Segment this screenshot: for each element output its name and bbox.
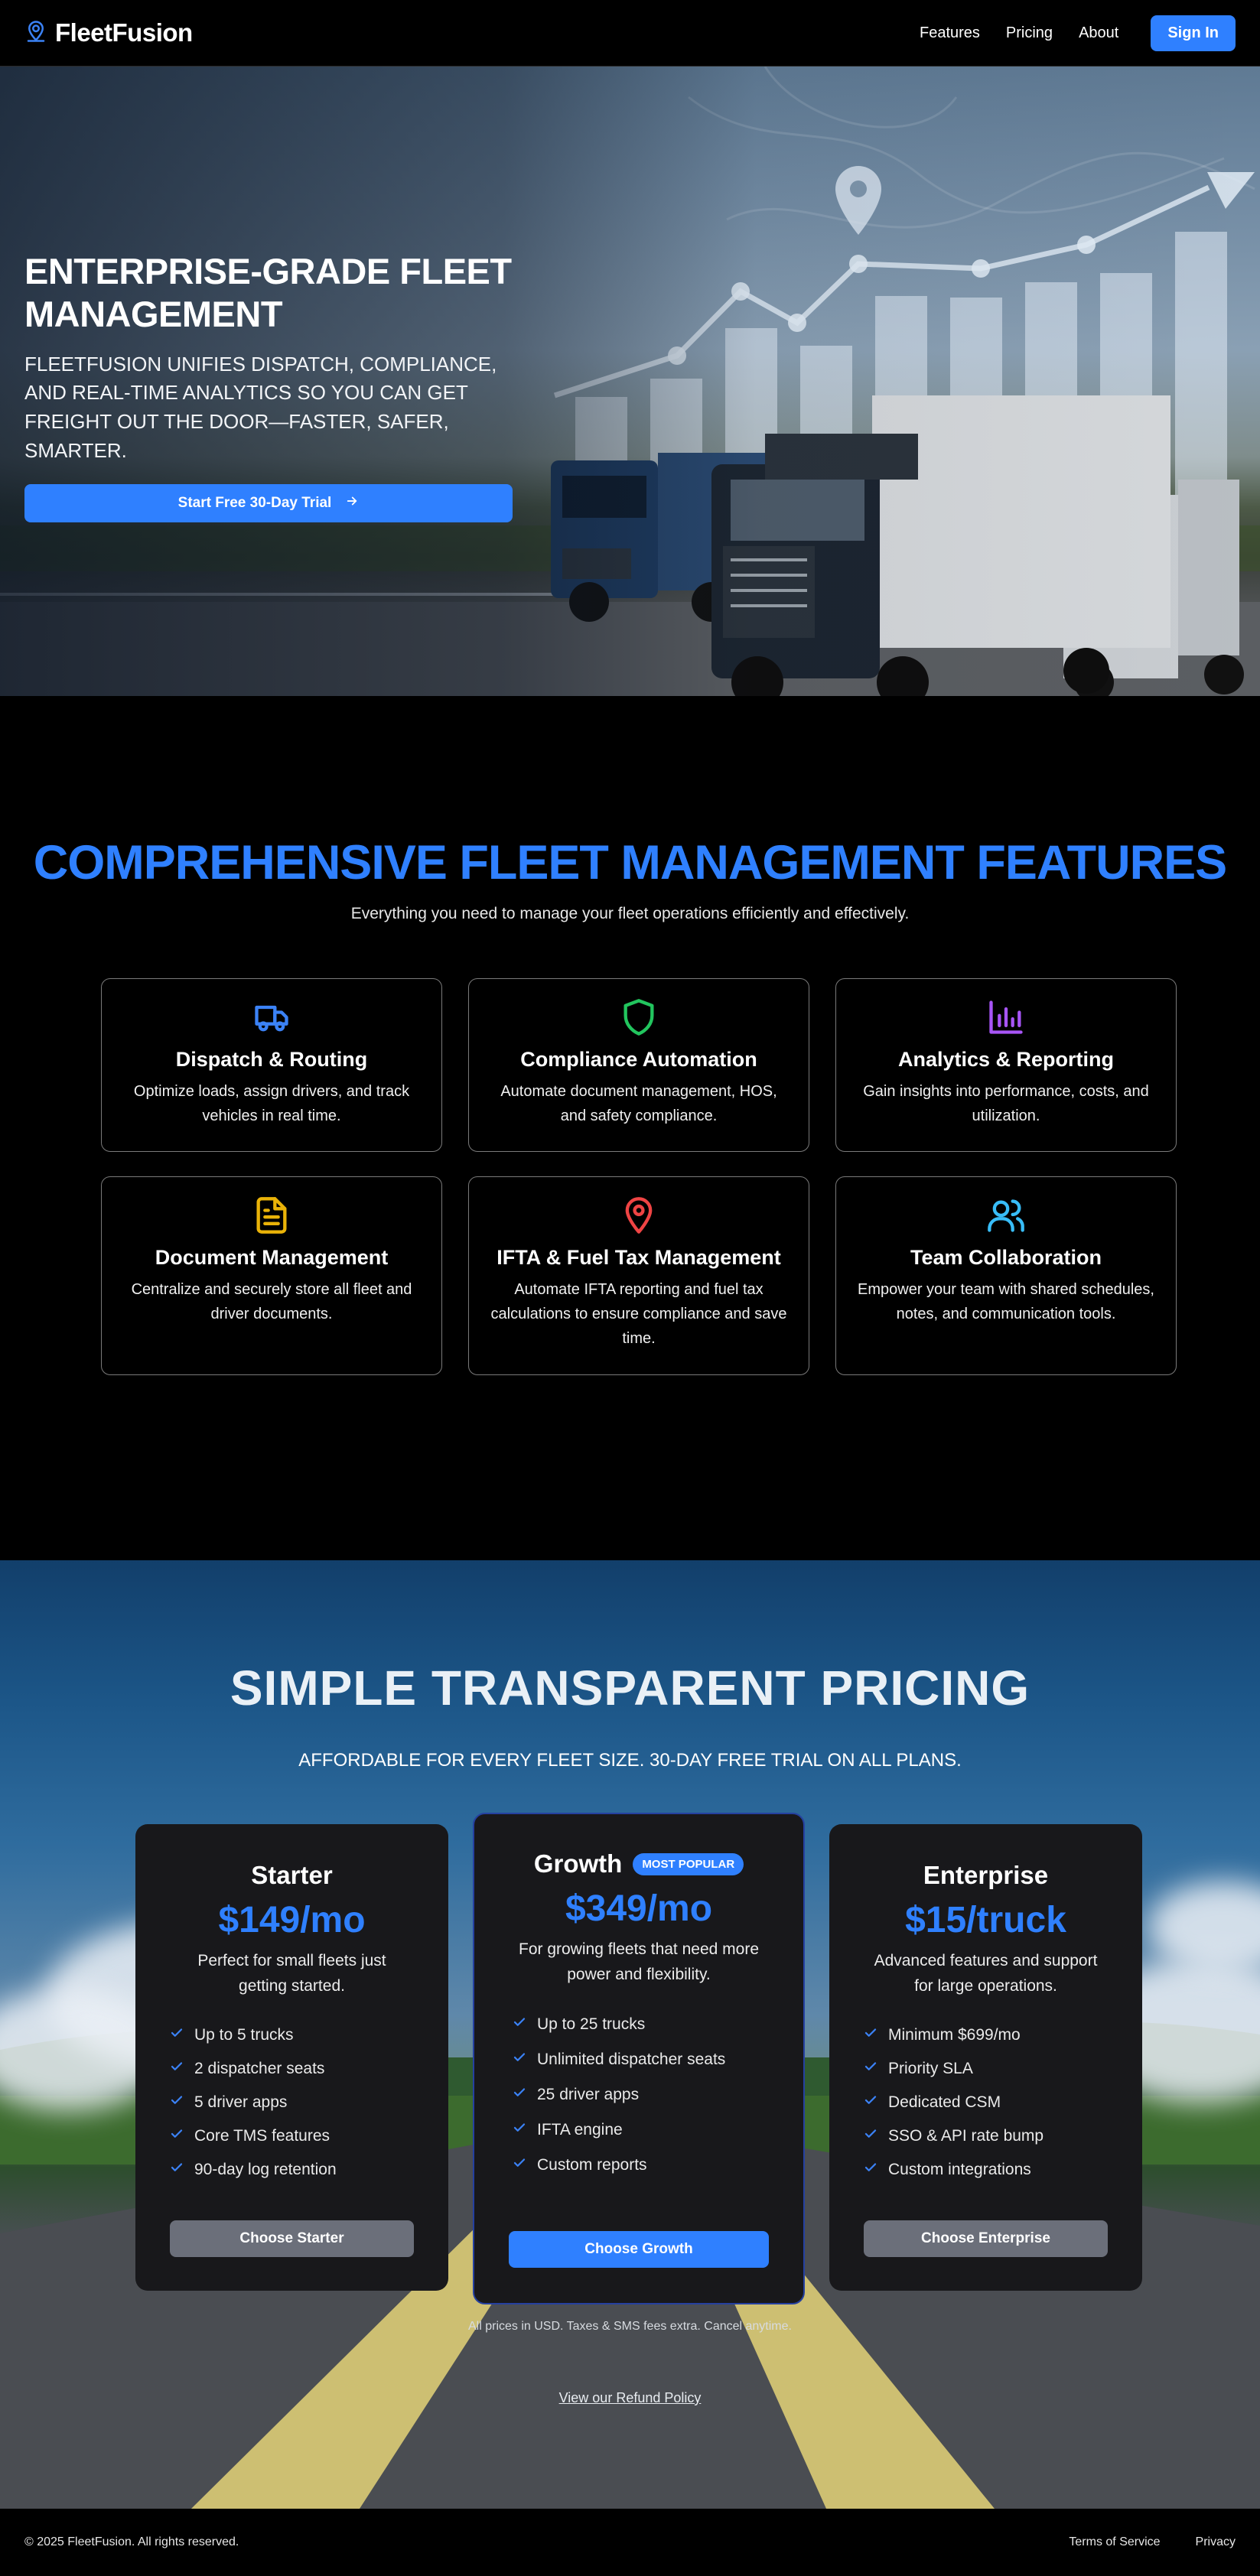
feature-card-dispatch: Dispatch & Routing Optimize loads, assig… (101, 978, 442, 1152)
feature-title: Analytics & Reporting (897, 1048, 1115, 1071)
check-icon (513, 2015, 526, 2034)
plan-price: $15/truck (905, 1900, 1066, 1940)
most-popular-badge: MOST POPULAR (633, 1852, 744, 1875)
check-icon (170, 2093, 184, 2112)
feature-desc: Centralize and securely store all fleet … (131, 1281, 412, 1322)
features-title: COMPREHENSIVE FLEET MANAGEMENT FEATURES (33, 836, 1227, 890)
feature-title: Dispatch & Routing (175, 1048, 368, 1071)
truck-icon (119, 996, 425, 1039)
check-icon (513, 2086, 526, 2104)
plan-name: Starter (251, 1861, 333, 1889)
plan-feature: 90-day log retention (170, 2153, 448, 2187)
feature-title: IFTA & Fuel Tax Management (497, 1246, 781, 1269)
check-icon (513, 2051, 526, 2069)
hero-subtitle: FLEETFUSION UNIFIES DISPATCH, COMPLIANCE… (24, 352, 497, 462)
hero-title: ENTERPRISE-GRADE FLEET MANAGEMENT (24, 251, 512, 335)
check-icon (864, 2060, 877, 2078)
check-icon (170, 2060, 184, 2078)
nav-link-features[interactable]: Features (920, 24, 980, 42)
arrow-right-icon (345, 494, 359, 512)
plan-card-enterprise: Enterprise $15/truck Advanced features a… (829, 1824, 1142, 2291)
plan-feature: Minimum $699/mo (864, 2018, 1142, 2052)
check-icon (864, 2026, 877, 2044)
bar-chart-icon (853, 996, 1159, 1039)
feature-desc: Optimize loads, assign drivers, and trac… (133, 1083, 410, 1124)
plan-feature: Custom reports (513, 2148, 803, 2183)
plan-feature: Custom integrations (864, 2153, 1142, 2187)
brand-name: FleetFusion (55, 18, 193, 47)
copyright: © 2025 FleetFusion. All rights reserved. (24, 2535, 239, 2548)
feature-desc: Automate IFTA reporting and fuel tax cal… (490, 1281, 787, 1347)
plan-feature: 25 driver apps (513, 2077, 803, 2113)
pricing-subtitle: AFFORDABLE FOR EVERY FLEET SIZE. 30-DAY … (298, 1750, 962, 1771)
footer-link-terms[interactable]: Terms of Service (1069, 2535, 1160, 2549)
feature-card-team: Team Collaboration Empower your team wit… (835, 1176, 1177, 1375)
start-trial-label: Start Free 30-Day Trial (177, 494, 332, 511)
plan-feature: Unlimited dispatcher seats (513, 2042, 803, 2077)
feature-title: Document Management (155, 1246, 389, 1269)
feature-title: Compliance Automation (520, 1048, 757, 1071)
features-subtitle: Everything you need to manage your fleet… (350, 905, 910, 922)
document-icon (119, 1194, 425, 1237)
plan-feature: Core TMS features (170, 2119, 448, 2153)
plan-feature: Dedicated CSM (864, 2086, 1142, 2119)
plan-feature: SSO & API rate bump (864, 2119, 1142, 2153)
choose-enterprise-button[interactable]: Choose Enterprise (864, 2220, 1108, 2257)
check-icon (513, 2156, 526, 2174)
choose-growth-button[interactable]: Choose Growth (509, 2231, 769, 2268)
choose-starter-button[interactable]: Choose Starter (170, 2220, 414, 2257)
feature-desc: Empower your team with shared schedules,… (858, 1281, 1154, 1322)
map-pin-logo-icon (24, 20, 47, 47)
features-section: COMPREHENSIVE FLEET MANAGEMENT FEATURES … (0, 696, 1260, 1560)
footer-link-privacy[interactable]: Privacy (1196, 2535, 1236, 2549)
feature-title: Team Collaboration (910, 1246, 1102, 1269)
hero-section: ENTERPRISE-GRADE FLEET MANAGEMENT FLEETF… (0, 67, 1260, 696)
map-pin-icon (486, 1194, 792, 1237)
feature-desc: Gain insights into performance, costs, a… (863, 1083, 1149, 1124)
shield-icon (486, 996, 792, 1039)
users-icon (853, 1194, 1159, 1237)
feature-card-documents: Document Management Centralize and secur… (101, 1176, 442, 1375)
brand[interactable]: FleetFusion (24, 18, 193, 47)
plan-feature: IFTA engine (513, 2113, 803, 2148)
pricing-fine-print: All prices in USD. Taxes & SMS fees extr… (468, 2320, 792, 2333)
check-icon (864, 2093, 877, 2112)
check-icon (513, 2121, 526, 2139)
plan-feature: 5 driver apps (170, 2086, 448, 2119)
plan-desc: For growing fleets that need more power … (519, 1940, 759, 1983)
footer: © 2025 FleetFusion. All rights reserved.… (0, 2509, 1260, 2576)
plan-price: $149/mo (218, 1900, 366, 1940)
feature-card-analytics: Analytics & Reporting Gain insights into… (835, 978, 1177, 1152)
top-nav: FleetFusion Features Pricing About Sign … (0, 0, 1260, 67)
check-icon (170, 2026, 184, 2044)
plan-feature: Up to 25 trucks (513, 2007, 803, 2042)
check-icon (864, 2127, 877, 2145)
plan-price: $349/mo (565, 1888, 713, 1929)
start-trial-button[interactable]: Start Free 30-Day Trial (24, 483, 513, 522)
pricing-section: SIMPLE TRANSPARENT PRICING AFFORDABLE FO… (0, 1560, 1260, 2509)
nav-link-about[interactable]: About (1079, 24, 1118, 42)
plan-desc: Advanced features and support for large … (874, 1952, 1098, 1995)
feature-desc: Automate document management, HOS, and s… (500, 1083, 777, 1124)
plan-feature: Up to 5 trucks (170, 2018, 448, 2052)
plan-desc: Perfect for small fleets just getting st… (197, 1952, 386, 1995)
plan-feature: Priority SLA (864, 2052, 1142, 2086)
nav-link-pricing[interactable]: Pricing (1006, 24, 1053, 42)
check-icon (864, 2161, 877, 2179)
refund-policy-link[interactable]: View our Refund Policy (0, 2390, 1260, 2406)
plan-card-starter: Starter $149/mo Perfect for small fleets… (135, 1824, 448, 2291)
plan-feature: 2 dispatcher seats (170, 2052, 448, 2086)
feature-card-compliance: Compliance Automation Automate document … (468, 978, 809, 1152)
plan-name: Growth (533, 1849, 623, 1878)
feature-card-ifta: IFTA & Fuel Tax Management Automate IFTA… (468, 1176, 809, 1375)
check-icon (170, 2127, 184, 2145)
pricing-title: SIMPLE TRANSPARENT PRICING (230, 1660, 1030, 1716)
plan-card-growth: Growth MOST POPULAR $349/mo For growing … (473, 1813, 805, 2304)
plan-name: Enterprise (923, 1861, 1049, 1889)
check-icon (170, 2161, 184, 2179)
sign-in-button[interactable]: Sign In (1151, 15, 1236, 51)
